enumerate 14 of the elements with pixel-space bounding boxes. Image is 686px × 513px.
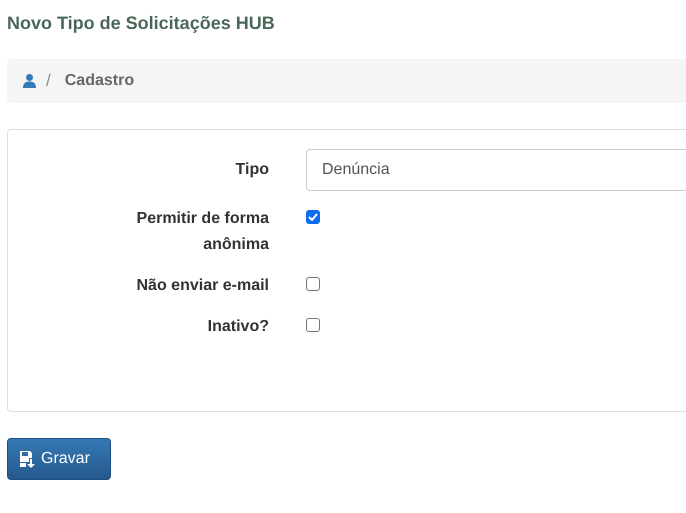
user-icon	[23, 74, 36, 88]
field-label: Não enviar e-mail	[136, 276, 269, 296]
page-title: Novo Tipo de Solicitações HUB	[7, 12, 276, 35]
save-icon	[20, 450, 37, 468]
save-button[interactable]: Gravar	[7, 438, 111, 480]
checkbox[interactable]	[306, 318, 320, 332]
breadcrumb-item[interactable]: Cadastro	[64, 72, 134, 90]
breadcrumb-separator: /	[46, 71, 51, 91]
tipo-field[interactable]: Denúncia	[306, 149, 686, 191]
checkbox[interactable]	[306, 210, 320, 224]
field-label: Tipo	[234, 160, 269, 180]
checkbox[interactable]	[306, 277, 320, 291]
field-label: Permitir de forma anônima	[136, 209, 269, 255]
field-label: Inativo?	[206, 317, 269, 337]
